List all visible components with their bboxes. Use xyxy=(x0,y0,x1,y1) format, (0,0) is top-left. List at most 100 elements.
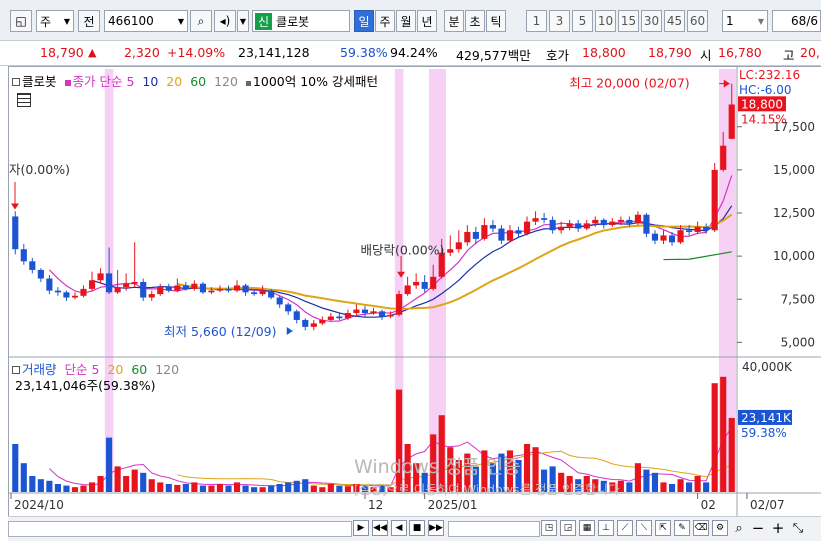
volume-bar xyxy=(728,417,735,492)
volume-bar xyxy=(29,476,36,492)
candle-body xyxy=(88,280,96,289)
period-tab-3[interactable]: 년 xyxy=(417,10,437,32)
volume-bar xyxy=(293,480,300,492)
rewind-icon[interactable]: ◀◀ xyxy=(372,520,388,536)
candle-body xyxy=(583,223,590,229)
volume-bar xyxy=(12,444,19,492)
zoom-reset-icon[interactable]: ◳ xyxy=(541,520,557,536)
candle-body xyxy=(694,226,701,232)
candle-body xyxy=(370,311,377,314)
volume-bar xyxy=(344,486,351,492)
jeon-button[interactable]: 전 xyxy=(78,10,100,32)
search-icon[interactable]: ⌕ xyxy=(190,10,212,32)
interval-button-45[interactable]: 45 xyxy=(664,10,685,32)
chevron-down-icon[interactable]: ▼ xyxy=(237,10,249,32)
fast-forward-icon[interactable]: ▶▶ xyxy=(428,520,444,536)
volume-bar xyxy=(97,476,104,492)
interval-button-15[interactable]: 15 xyxy=(618,10,639,32)
legend-stock-name[interactable]: 클로봇 xyxy=(22,74,57,89)
measure-icon[interactable]: ⇱ xyxy=(655,520,671,536)
trend-icon[interactable]: ⟍ xyxy=(636,520,652,536)
volume-bar xyxy=(88,482,96,492)
candle-body xyxy=(515,230,522,234)
legend-ma-20[interactable]: 20 xyxy=(166,74,182,89)
period-tab-6[interactable]: 틱 xyxy=(486,10,506,32)
interval-button-1[interactable]: 1 xyxy=(526,10,547,32)
scroll-right-icon[interactable]: ▶ xyxy=(353,520,369,536)
candle-body xyxy=(378,311,386,317)
period-tab-0[interactable]: 일 xyxy=(354,10,374,32)
text-tool-icon[interactable]: ✎ xyxy=(674,520,690,536)
price-tick-label: 5,000 xyxy=(781,335,815,349)
volume-top-label: 40,000K xyxy=(742,360,793,374)
current-price: 18,790 xyxy=(40,45,84,60)
candle-body xyxy=(532,218,539,222)
bid-price: 18,790 xyxy=(648,45,692,60)
candle-body xyxy=(208,290,215,293)
chart-menu-icon[interactable]: ⤡ xyxy=(790,520,806,536)
stock-code-input[interactable]: 466100 ▼ xyxy=(104,10,188,32)
capture-icon[interactable]: ▦ xyxy=(579,520,595,536)
volume-bar xyxy=(302,479,309,492)
candle-body xyxy=(387,314,394,317)
volume-bar xyxy=(148,479,155,492)
legend-vol-ma-120[interactable]: 120 xyxy=(155,362,179,377)
volume-bar xyxy=(668,484,676,492)
interval-button-5[interactable]: 5 xyxy=(572,10,593,32)
legend-pattern[interactable]: 1000억 10% 강세패턴 xyxy=(253,74,378,89)
page-field[interactable]: 68/6 xyxy=(772,10,821,32)
interval-button-10[interactable]: 10 xyxy=(595,10,616,32)
candle-body xyxy=(268,290,275,298)
stop-icon[interactable]: ■ xyxy=(409,520,425,536)
interval-button-60[interactable]: 60 xyxy=(687,10,708,32)
interval-button-30[interactable]: 30 xyxy=(641,10,662,32)
candle-body xyxy=(148,294,155,298)
candle-body xyxy=(259,290,266,295)
candle-body xyxy=(319,319,326,324)
volume-bar xyxy=(63,485,70,492)
volume-bar xyxy=(131,469,138,492)
zoom-in-icon[interactable]: + xyxy=(770,519,786,537)
volume-bar xyxy=(233,482,241,492)
candlestick-chart[interactable]: 17,50015,00012,50010,0007,5005,000LC:232… xyxy=(9,67,821,517)
type-select[interactable]: 주 ▼ xyxy=(36,10,74,32)
volume-bar xyxy=(106,437,113,492)
volume-bar xyxy=(208,485,215,492)
legend-ma-5[interactable]: 5 xyxy=(126,74,134,89)
candle-body xyxy=(396,294,403,315)
zoom-search-icon[interactable]: ⌕ xyxy=(731,520,747,536)
stock-name-field[interactable]: 신 클로봇 xyxy=(252,10,350,32)
candle-body xyxy=(711,169,718,231)
period-tab-1[interactable]: 주 xyxy=(375,10,395,32)
window-menu-icon[interactable]: ◱ xyxy=(10,10,32,32)
high-label: 고 xyxy=(783,48,795,63)
interval-button-3[interactable]: 3 xyxy=(549,10,570,32)
eraser-icon[interactable]: ⌫ xyxy=(693,520,709,536)
legend-ma-60[interactable]: 60 xyxy=(190,74,206,89)
scroll-track[interactable] xyxy=(8,521,352,537)
volume-bar xyxy=(643,469,650,492)
period-tab-5[interactable]: 초 xyxy=(465,10,485,32)
legend-ma-120[interactable]: 120 xyxy=(214,74,238,89)
legend-ma-label[interactable]: 종가 단순 xyxy=(73,74,123,89)
count-select[interactable]: 1 ▼ xyxy=(722,10,768,32)
candle-body xyxy=(157,287,164,295)
zoom-area-icon[interactable]: ◲ xyxy=(560,520,576,536)
price-change-pct: +14.09% xyxy=(167,45,226,60)
period-tab-2[interactable]: 월 xyxy=(396,10,416,32)
crosshair-icon[interactable]: ⊥ xyxy=(598,520,614,536)
legend-ma-10[interactable]: 10 xyxy=(142,74,158,89)
settings-icon[interactable]: ⚙ xyxy=(712,520,728,536)
candle-body xyxy=(216,288,224,291)
speaker-icon[interactable]: ◂) xyxy=(214,10,236,32)
grid-toggle-icon[interactable] xyxy=(17,93,31,107)
time-label: 12 xyxy=(368,498,383,512)
page-value: 68/6 xyxy=(791,14,818,28)
candles xyxy=(12,83,735,331)
zoom-out-icon[interactable]: − xyxy=(750,519,766,537)
candle-body xyxy=(720,145,727,170)
play-left-icon[interactable]: ◀ xyxy=(391,520,407,536)
scroll-thumb[interactable] xyxy=(448,521,540,537)
period-tab-4[interactable]: 분 xyxy=(444,10,464,32)
draw-line-icon[interactable]: ⟋ xyxy=(617,520,633,536)
